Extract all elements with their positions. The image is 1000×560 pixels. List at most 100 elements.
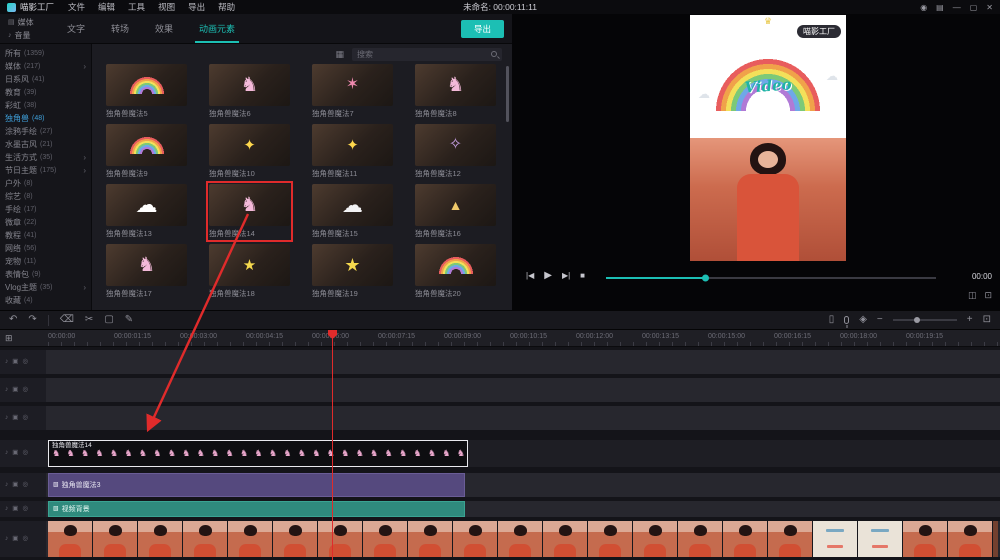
library-item[interactable]: ♞ 独角兽魔法6 — [209, 64, 290, 119]
mute-track-icon[interactable]: ♪ — [5, 505, 8, 513]
mute-track-icon[interactable]: ♪ — [5, 450, 8, 457]
sidebar-item-网络[interactable]: 网络 (56) — [0, 242, 91, 255]
mute-track-icon[interactable]: ♪ — [5, 414, 8, 422]
sidebar-item-户外[interactable]: 户外 (8) — [0, 177, 91, 190]
library-item[interactable]: ♞ 独角兽魔法17 — [106, 244, 187, 299]
menu-item-帮助[interactable]: 帮助 — [218, 1, 235, 13]
sidebar-item-手绘[interactable]: 手绘 (17) — [0, 203, 91, 216]
sidebar-item-微章[interactable]: 微章 (22) — [0, 216, 91, 229]
redo-icon[interactable]: ↷ — [28, 315, 36, 325]
track-lane[interactable] — [46, 406, 1000, 430]
sidebar-item-收藏[interactable]: 收藏 (4) — [0, 294, 91, 307]
tab-媒体[interactable]: ▤ 媒体 — [8, 17, 54, 28]
marker-icon[interactable]: ◈ — [859, 315, 867, 325]
sidebar-item-涂鸦手绘[interactable]: 涂鸦手绘 (27) — [0, 125, 91, 138]
maximize-icon[interactable]: ▢ — [970, 3, 978, 12]
sidebar-item-独角兽[interactable]: 独角兽 (48) — [0, 112, 91, 125]
library-item[interactable]: ☁ 独角兽魔法15 — [312, 184, 393, 239]
stop-button[interactable]: ■ — [580, 271, 585, 280]
menu-item-编辑[interactable]: 编辑 — [98, 1, 115, 13]
sidebar-item-所有[interactable]: 所有 (1359) — [0, 47, 91, 60]
sidebar-item-水墨古风[interactable]: 水墨古风 (21) — [0, 138, 91, 151]
add-track-icon[interactable]: ⊞ — [5, 333, 13, 344]
track-lane[interactable]: ♞♞♞♞♞♞♞♞♞♞♞♞♞♞♞♞♞♞♞♞♞♞♞♞♞♞♞♞♞♞♞♞♞♞♞♞独角兽魔… — [46, 440, 1000, 467]
tab-转场[interactable]: 转场 — [98, 14, 142, 43]
scrubber-handle[interactable] — [702, 274, 709, 282]
track-lane[interactable] — [46, 350, 1000, 374]
preview-scrubber[interactable] — [606, 274, 936, 282]
zoom-in-icon[interactable]: + — [967, 315, 973, 325]
zoom-slider-knob[interactable] — [914, 317, 921, 323]
library-item[interactable]: 独角兽魔法9 — [106, 124, 187, 179]
library-item[interactable]: ★ 独角兽魔法18 — [209, 244, 290, 299]
sidebar-item-表情包[interactable]: 表情包 (9) — [0, 268, 91, 281]
library-item[interactable]: ♞ 独角兽魔法14 — [206, 181, 293, 242]
next-frame-button[interactable]: ▶| — [562, 271, 570, 280]
timeline-zoom-slider[interactable] — [892, 317, 957, 323]
export-button[interactable]: 导出 — [460, 19, 504, 38]
sidebar-item-Vlog主题[interactable]: Vlog主题 (35) › — [0, 281, 91, 294]
close-icon[interactable]: ✕ — [986, 3, 993, 12]
mute-track-icon[interactable]: ♪ — [5, 481, 8, 489]
tab-效果[interactable]: 效果 — [142, 14, 186, 43]
sidebar-item-教程[interactable]: 教程 (41) — [0, 229, 91, 242]
track-lane[interactable]: ▧ 独角兽魔法3 — [46, 473, 1000, 497]
lock-track-icon[interactable]: ▣ — [12, 358, 18, 366]
library-item[interactable]: ♞ 独角兽魔法8 — [415, 64, 496, 119]
mute-track-icon[interactable]: ♪ — [5, 358, 8, 366]
sidebar-item-教育[interactable]: 教育 (39) — [0, 86, 91, 99]
library-item[interactable]: 独角兽魔法20 — [415, 244, 496, 299]
mute-track-icon[interactable]: ♪ — [5, 535, 8, 543]
toggle-track-visibility-icon[interactable]: ◎ — [22, 450, 28, 457]
toggle-track-visibility-icon[interactable]: ◎ — [22, 414, 28, 422]
tab-文字[interactable]: 文字 — [54, 14, 98, 43]
sidebar-item-媒体[interactable]: 媒体 (217) › — [0, 60, 91, 73]
device-icon[interactable]: ▯ — [829, 315, 835, 325]
toggle-track-visibility-icon[interactable]: ◎ — [22, 358, 28, 366]
undo-icon[interactable]: ↶ — [9, 315, 17, 325]
previous-frame-button[interactable]: |◀ — [526, 271, 534, 280]
toggle-track-visibility-icon[interactable]: ◎ — [22, 505, 28, 513]
library-item[interactable]: 独角兽魔法5 — [106, 64, 187, 119]
voiceover-mic-icon[interactable] — [844, 316, 850, 324]
fit-icon[interactable]: ⊡ — [983, 315, 991, 325]
track-lane[interactable] — [46, 521, 1000, 557]
mute-track-icon[interactable]: ♪ — [5, 386, 8, 394]
playhead[interactable] — [332, 330, 333, 560]
video-clip[interactable] — [48, 521, 998, 557]
library-item[interactable]: ▲ 独角兽魔法16 — [415, 184, 496, 239]
cut-icon[interactable]: ✂ — [85, 315, 93, 325]
track-lane[interactable] — [46, 378, 1000, 402]
sidebar-item-综艺[interactable]: 综艺 (8) — [0, 190, 91, 203]
minimize-icon[interactable]: — — [953, 3, 961, 12]
menu-item-视图[interactable]: 视图 — [158, 1, 175, 13]
library-item[interactable]: ✧ 独角兽魔法12 — [415, 124, 496, 179]
track-lane[interactable]: ▧ 视频背景 — [46, 501, 1000, 517]
lock-track-icon[interactable]: ▣ — [12, 505, 18, 513]
fullscreen-icon[interactable]: ⊡ — [984, 290, 992, 301]
background-clip[interactable]: ▧ 视频背景 — [48, 501, 465, 517]
library-item[interactable]: ★ 独角兽魔法19 — [312, 244, 393, 299]
menu-item-工具[interactable]: 工具 — [128, 1, 145, 13]
toggle-track-visibility-icon[interactable]: ◎ — [22, 481, 28, 489]
search-box[interactable]: 搜索 — [352, 47, 502, 61]
library-item[interactable]: ✶ 独角兽魔法7 — [312, 64, 393, 119]
tab-音量[interactable]: ♪ 音量 — [8, 30, 54, 41]
search-input[interactable]: 搜索 — [357, 49, 491, 60]
snapshot-icon[interactable]: ◫ — [968, 290, 977, 301]
sidebar-item-生活方式[interactable]: 生活方式 (35) › — [0, 151, 91, 164]
toggle-track-visibility-icon[interactable]: ◎ — [22, 386, 28, 394]
menu-item-文件[interactable]: 文件 — [68, 1, 85, 13]
zoom-out-icon[interactable]: − — [877, 315, 883, 325]
library-item[interactable]: ✦ 独角兽魔法10 — [209, 124, 290, 179]
library-item[interactable]: ✦ 独角兽魔法11 — [312, 124, 393, 179]
toggle-track-visibility-icon[interactable]: ◎ — [22, 535, 28, 543]
grid-view-icon[interactable]: ▦ — [335, 49, 344, 60]
crop-icon[interactable]: ▢ — [104, 315, 113, 325]
lock-track-icon[interactable]: ▣ — [12, 481, 18, 489]
sidebar-item-彩虹[interactable]: 彩虹 (38) — [0, 99, 91, 112]
edit-icon[interactable]: ✎ — [125, 315, 133, 325]
grid-scrollbar[interactable] — [506, 66, 509, 122]
sidebar-item-日系风[interactable]: 日系风 (41) — [0, 73, 91, 86]
timeline-ruler[interactable]: ⊞ 00:00:00 00:00:01:15 00:00:03:00 00:00:04… — [0, 330, 1000, 347]
